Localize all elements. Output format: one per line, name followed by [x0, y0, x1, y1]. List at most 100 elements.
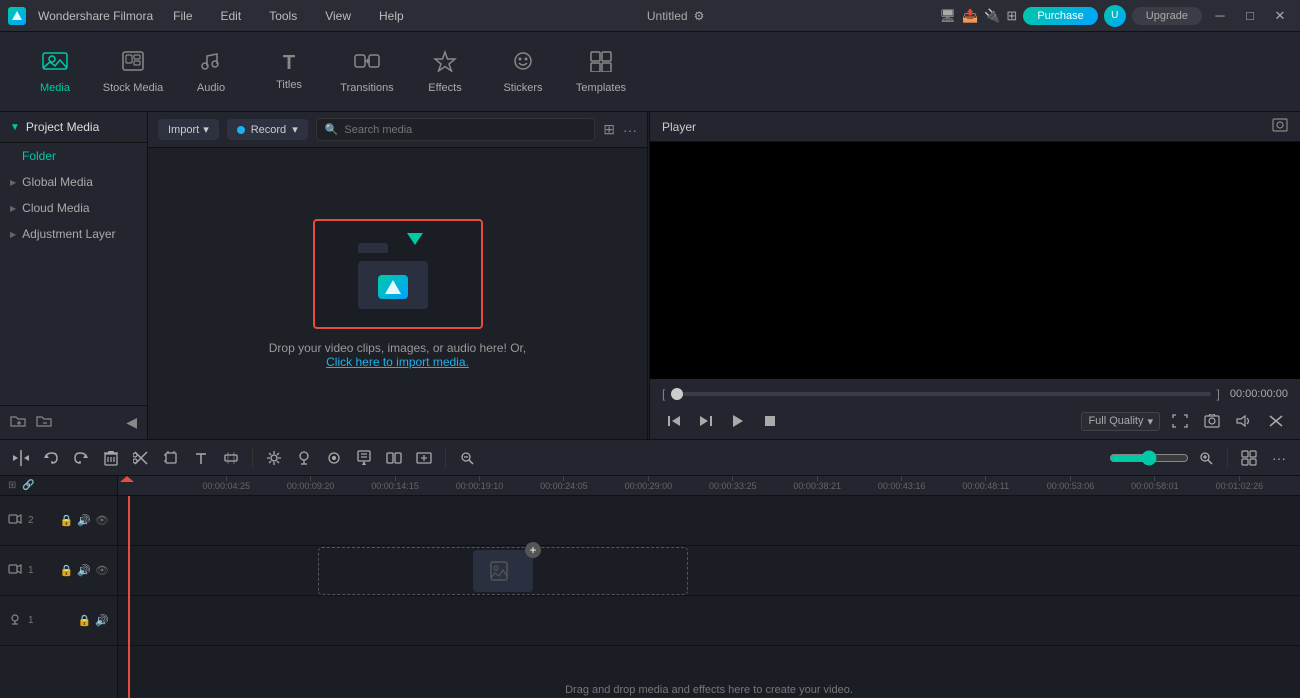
import-button[interactable]: Import ▾	[158, 119, 219, 140]
player-screenshot-icon[interactable]	[1272, 118, 1288, 135]
cut-tool[interactable]	[128, 445, 154, 471]
stock-media-icon	[121, 50, 145, 78]
tool-stickers[interactable]: Stickers	[488, 40, 558, 104]
collapse-panel-icon[interactable]: ◀	[126, 414, 137, 431]
left-media-panel: ▼ Project Media Folder ▶ Global Media ▶ …	[0, 112, 650, 439]
upgrade-button[interactable]: Upgrade	[1132, 7, 1202, 25]
track-audio-icon[interactable]: 🔊	[95, 614, 109, 627]
icon-share[interactable]: 📤	[962, 8, 978, 24]
minimize-button[interactable]: ─	[1208, 4, 1232, 28]
fullscreen-button[interactable]	[1168, 409, 1192, 433]
ruler-tick: 00:00:09:20	[287, 476, 335, 491]
insert-tool[interactable]	[411, 445, 437, 471]
stickers-icon	[511, 50, 535, 78]
zoom-in-tool[interactable]	[1193, 445, 1219, 471]
mid-section: ▼ Project Media Folder ▶ Global Media ▶ …	[0, 112, 1300, 439]
timeline-ruler[interactable]: // Ruler marks generated dynamically 00:…	[118, 476, 1300, 496]
step-forward-button[interactable]	[694, 409, 718, 433]
purchase-button[interactable]: Purchase	[1023, 7, 1097, 25]
transition-tool[interactable]	[381, 445, 407, 471]
icon-monitor[interactable]: 🖥	[940, 8, 957, 24]
more-tool[interactable]: ···	[1266, 445, 1292, 471]
tree-item-cloud-media[interactable]: ▶ Cloud Media	[0, 195, 147, 221]
delete-tool[interactable]	[98, 445, 124, 471]
track-audio-icon[interactable]: 🔊	[77, 564, 91, 577]
ruler-tick: 00:01:02:26	[1216, 476, 1264, 491]
fit-tool[interactable]	[218, 445, 244, 471]
player-controls: [ ] 00:00:00:00	[650, 379, 1300, 439]
link-icon[interactable]: 🔗	[22, 480, 34, 491]
redo-tool[interactable]	[68, 445, 94, 471]
text-tool[interactable]	[188, 445, 214, 471]
filter-icon[interactable]: ⊞	[603, 121, 615, 138]
volume-button[interactable]	[1232, 409, 1256, 433]
tree-item-global-media[interactable]: ▶ Global Media	[0, 169, 147, 195]
settings-tool[interactable]	[261, 445, 287, 471]
quality-select[interactable]: Full Quality ▾	[1081, 412, 1160, 431]
audio-tool[interactable]	[291, 445, 317, 471]
tool-titles[interactable]: T Titles	[254, 40, 324, 104]
progress-track[interactable]	[671, 392, 1210, 396]
tool-effects[interactable]: Effects	[410, 40, 480, 104]
menu-view[interactable]: View	[317, 5, 359, 27]
set-in-icon[interactable]: [	[662, 387, 665, 401]
track-lock-icon[interactable]: 🔒	[78, 614, 92, 627]
page-wrapper: Wondershare Filmora File Edit Tools View…	[0, 0, 1300, 697]
add-track-icon[interactable]: ⊞	[8, 480, 16, 491]
more-options-icon[interactable]: ···	[623, 122, 637, 138]
tool-stock-media[interactable]: Stock Media	[98, 40, 168, 104]
playhead-line	[128, 496, 130, 698]
set-out-icon[interactable]: ]	[1217, 387, 1220, 401]
icon-plugins[interactable]: 🔌	[984, 8, 1000, 24]
play-button[interactable]	[726, 409, 750, 433]
ruler-tick: 00:00:43:16	[878, 476, 926, 491]
split-tool[interactable]	[8, 445, 34, 471]
search-input[interactable]	[344, 124, 586, 136]
tool-transitions[interactable]: Transitions	[332, 40, 402, 104]
icon-grid[interactable]: ⊞	[1006, 8, 1017, 24]
undo-tool[interactable]	[38, 445, 64, 471]
add-folder-icon[interactable]	[10, 414, 26, 431]
track-eye-icon[interactable]: 👁	[95, 514, 109, 527]
maximize-button[interactable]: □	[1238, 4, 1262, 28]
tool-templates[interactable]: Templates	[566, 40, 636, 104]
filmora-logo-small	[378, 275, 408, 299]
close-button[interactable]: ✕	[1268, 4, 1292, 28]
step-back-button[interactable]	[662, 409, 686, 433]
ruler-tick: 00:00:14:15	[371, 476, 419, 491]
track-audio-icon[interactable]: 🔊	[77, 514, 91, 527]
remove-folder-icon[interactable]	[36, 414, 52, 431]
track-lock-icon[interactable]: 🔒	[60, 564, 74, 577]
record-button[interactable]: Record ▾	[227, 119, 308, 140]
zoom-out-tool[interactable]	[454, 445, 480, 471]
tool-media[interactable]: Media	[20, 40, 90, 104]
progress-row: [ ] 00:00:00:00	[662, 385, 1288, 403]
chevron-down-icon: ▼	[10, 122, 20, 133]
track-eye-icon[interactable]: 👁	[95, 564, 109, 577]
clip-button[interactable]	[1264, 409, 1288, 433]
track-lock-icon[interactable]: 🔒	[60, 514, 74, 527]
tree-item-adjustment-layer[interactable]: ▶ Adjustment Layer	[0, 221, 147, 247]
crop-tool[interactable]	[158, 445, 184, 471]
search-bar: 🔍	[316, 118, 596, 141]
menu-edit[interactable]: Edit	[213, 5, 250, 27]
track-labels-inner: ⊞ 🔗 2 🔒 🔊 👁	[0, 476, 117, 646]
avatar[interactable]: U	[1104, 5, 1126, 27]
import-link[interactable]: Click here to import media.	[326, 355, 469, 369]
left-panel-footer: ◀	[0, 405, 147, 439]
grid-tool[interactable]	[1236, 445, 1262, 471]
title-bar-left: Wondershare Filmora File Edit Tools View…	[8, 5, 412, 27]
menu-tools[interactable]: Tools	[261, 5, 305, 27]
tree-item-folder[interactable]: Folder	[0, 143, 147, 169]
effects-icon	[433, 50, 457, 78]
progress-handle[interactable]	[671, 388, 683, 400]
menu-help[interactable]: Help	[371, 5, 412, 27]
stop-button[interactable]	[758, 409, 782, 433]
zoom-slider[interactable]	[1109, 450, 1189, 466]
tool-audio[interactable]: Audio	[176, 40, 246, 104]
marker-tool[interactable]	[351, 445, 377, 471]
snapshot-button[interactable]	[1200, 409, 1224, 433]
menu-file[interactable]: File	[165, 5, 200, 27]
record-tool[interactable]	[321, 445, 347, 471]
project-media-header: ▼ Project Media	[0, 112, 147, 143]
